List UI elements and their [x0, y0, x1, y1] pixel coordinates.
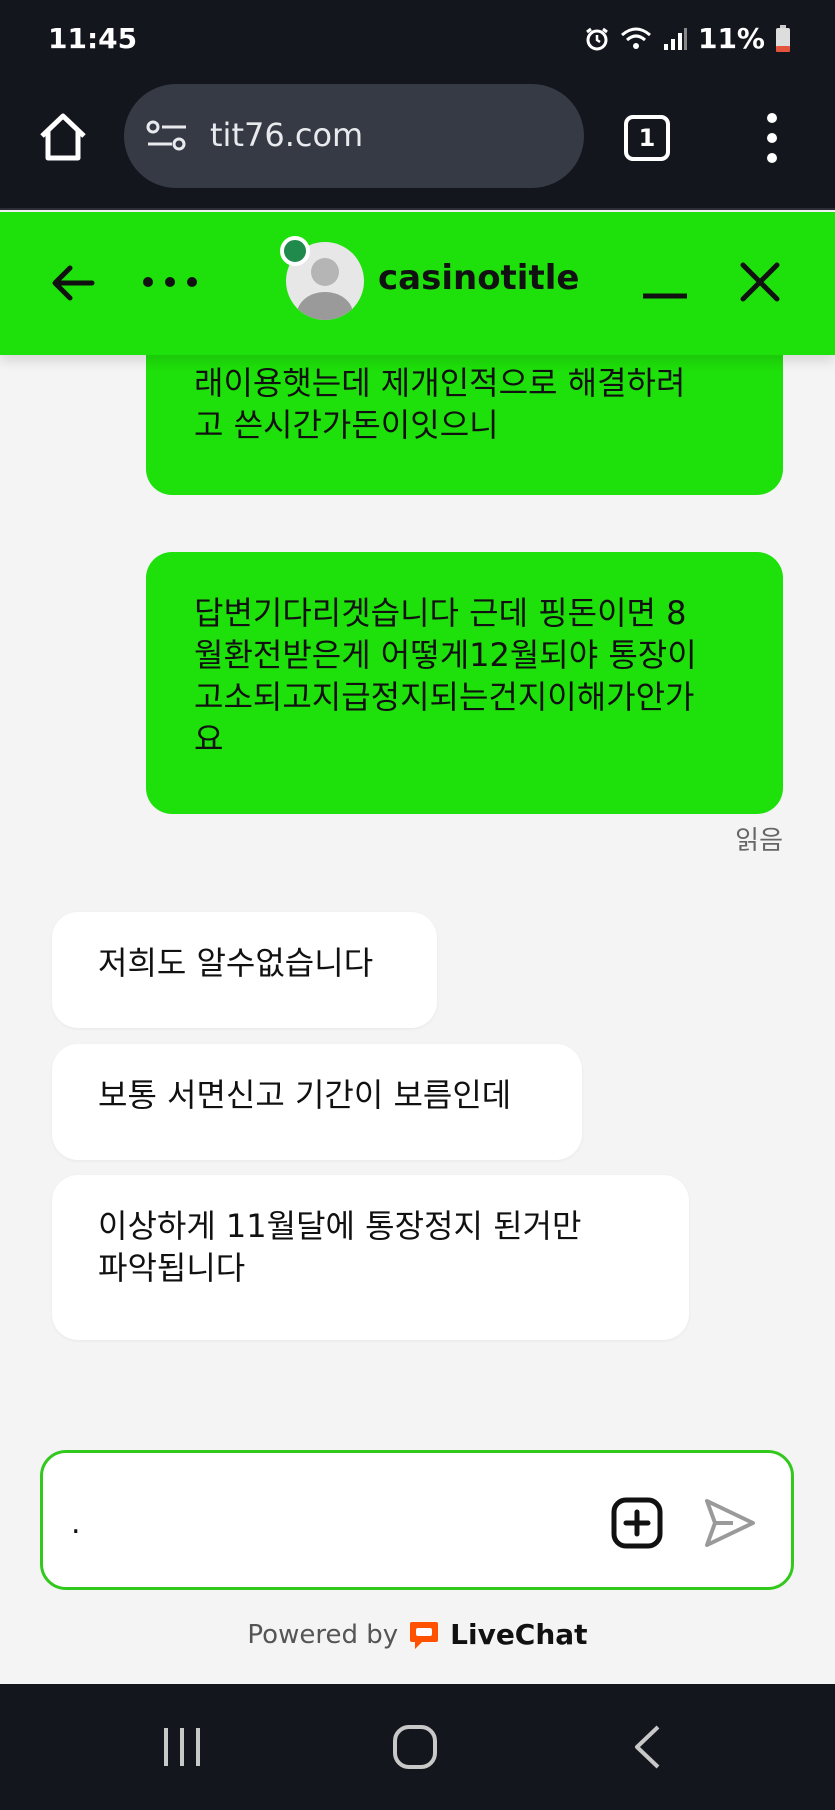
status-icons: 11%	[584, 22, 791, 55]
visitor-message: 답변기다리겟습니다 근데 핑돈이면 8 월환전받은게 어떻게12월되야 통장이 …	[146, 552, 783, 814]
system-nav-bar	[0, 1684, 835, 1810]
more-vertical-icon	[767, 113, 777, 163]
alarm-icon	[586, 27, 608, 50]
url-text: tit76.com	[210, 116, 364, 154]
close-button[interactable]	[740, 262, 780, 302]
powered-by[interactable]: Powered by LiveChat	[0, 1618, 835, 1651]
system-home-button[interactable]	[392, 1724, 438, 1770]
minimize-button[interactable]	[640, 262, 690, 312]
recent-apps-button[interactable]	[160, 1726, 204, 1768]
online-indicator	[280, 236, 310, 266]
home-button[interactable]	[36, 110, 90, 164]
address-bar[interactable]: tit76.com	[124, 84, 584, 188]
send-button[interactable]	[703, 1497, 757, 1549]
powered-by-label: Powered by	[247, 1619, 399, 1650]
close-icon	[740, 262, 780, 302]
send-icon	[705, 1499, 755, 1547]
message-input[interactable]	[71, 1493, 611, 1553]
system-back-button[interactable]	[632, 1724, 662, 1770]
message-text: 래이용햇는데 제개인적으로 해결하려 고 쓴시간가돈이잇으니	[194, 364, 686, 444]
read-status: 읽음	[735, 826, 783, 856]
tab-switcher-button[interactable]: 1	[624, 115, 670, 161]
back-button[interactable]	[48, 258, 98, 308]
message-composer	[40, 1450, 794, 1590]
message-text: 저희도 알수없습니다	[98, 944, 374, 982]
tune-icon[interactable]	[146, 118, 188, 154]
livechat-brand: LiveChat	[450, 1618, 588, 1651]
battery-icon	[776, 24, 790, 52]
agent-message: 이상하게 11월달에 통장정지 된거만 파악됩니다	[52, 1175, 689, 1340]
status-time: 11:45	[48, 22, 138, 55]
browser-toolbar: tit76.com 1	[0, 80, 835, 210]
chat-options-button[interactable]	[140, 272, 200, 292]
status-bar: 11:45 11%	[0, 0, 835, 80]
agent-name: casinotitle	[378, 258, 580, 298]
browser-menu-button[interactable]	[760, 112, 784, 164]
livechat-logo-icon	[410, 1621, 439, 1649]
home-circle-icon	[393, 1725, 437, 1769]
more-horizontal-icon	[143, 277, 197, 287]
minimize-icon	[643, 293, 687, 299]
chevron-left-icon	[635, 1725, 660, 1769]
signal-icon	[663, 27, 687, 50]
message-text: 답변기다리겟습니다 근데 핑돈이면 8 월환전받은게 어떻게12월되야 통장이 …	[194, 594, 697, 758]
home-icon	[40, 113, 86, 161]
recent-apps-icon	[164, 1728, 200, 1766]
battery-level: 11%	[697, 22, 765, 55]
attach-button[interactable]	[611, 1497, 663, 1549]
plus-square-icon	[611, 1497, 663, 1549]
wifi-icon	[620, 27, 651, 49]
chat-header: casinotitle	[0, 212, 835, 355]
message-text: 보통 서면신고 기간이 보름인데	[98, 1076, 512, 1114]
arrow-left-icon	[52, 265, 95, 301]
agent-message: 저희도 알수없습니다	[52, 912, 437, 1028]
agent-message: 보통 서면신고 기간이 보름인데	[52, 1044, 582, 1160]
message-text: 이상하게 11월달에 통장정지 된거만 파악됩니다	[98, 1207, 582, 1287]
